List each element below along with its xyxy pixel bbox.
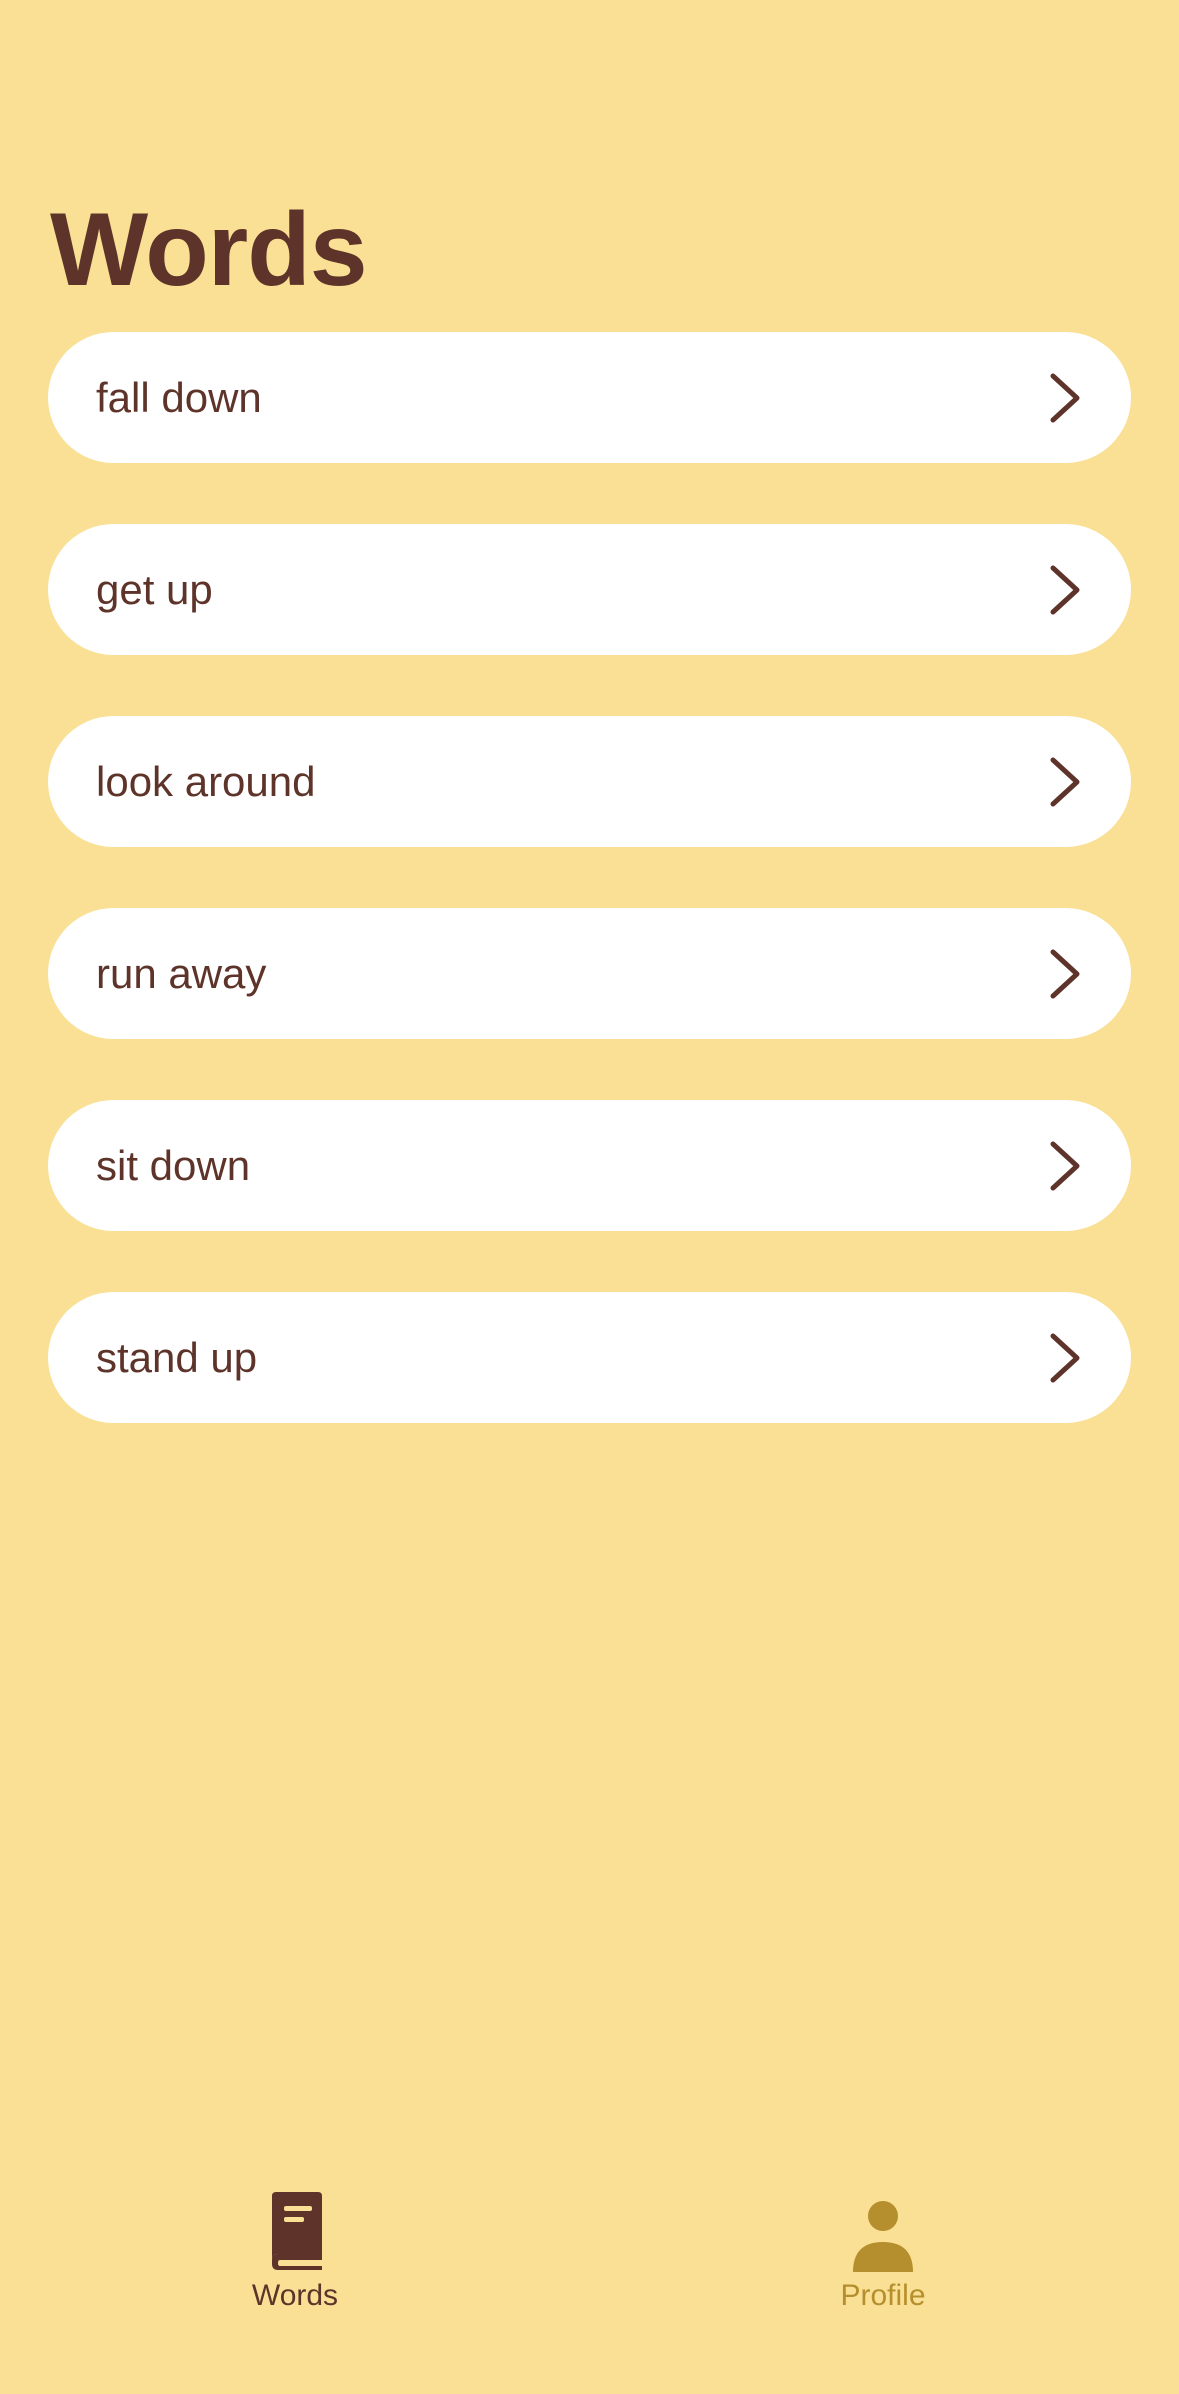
book-icon: [272, 2192, 322, 2270]
tab-profile[interactable]: Profile: [763, 2190, 1003, 2340]
chevron-right-icon: [1050, 757, 1080, 806]
chevron-right-icon: [1050, 949, 1080, 998]
page-title: Words: [50, 192, 368, 308]
tab-label: Profile: [840, 2279, 926, 2312]
word-item-fall-down[interactable]: fall down: [48, 332, 1131, 463]
tab-bar: Words Profile: [0, 2190, 1179, 2350]
person-icon: [853, 2201, 913, 2272]
word-item-look-around[interactable]: look around: [48, 716, 1131, 847]
word-label: stand up: [96, 1333, 258, 1381]
word-label: run away: [96, 949, 267, 997]
word-item-stand-up[interactable]: stand up: [48, 1292, 1131, 1423]
chevron-right-icon: [1050, 565, 1080, 614]
word-label: look around: [96, 757, 316, 805]
word-item-run-away[interactable]: run away: [48, 908, 1131, 1039]
word-label: get up: [96, 565, 213, 613]
word-list: fall down get up look around run away si…: [48, 332, 1131, 1484]
word-item-sit-down[interactable]: sit down: [48, 1100, 1131, 1231]
chevron-right-icon: [1050, 1333, 1080, 1382]
word-label: fall down: [96, 373, 262, 421]
tab-label: Words: [251, 2279, 339, 2312]
word-label: sit down: [96, 1141, 251, 1189]
tab-words[interactable]: Words: [175, 2190, 415, 2340]
chevron-right-icon: [1050, 1141, 1080, 1190]
word-item-get-up[interactable]: get up: [48, 524, 1131, 655]
chevron-right-icon: [1050, 373, 1080, 422]
